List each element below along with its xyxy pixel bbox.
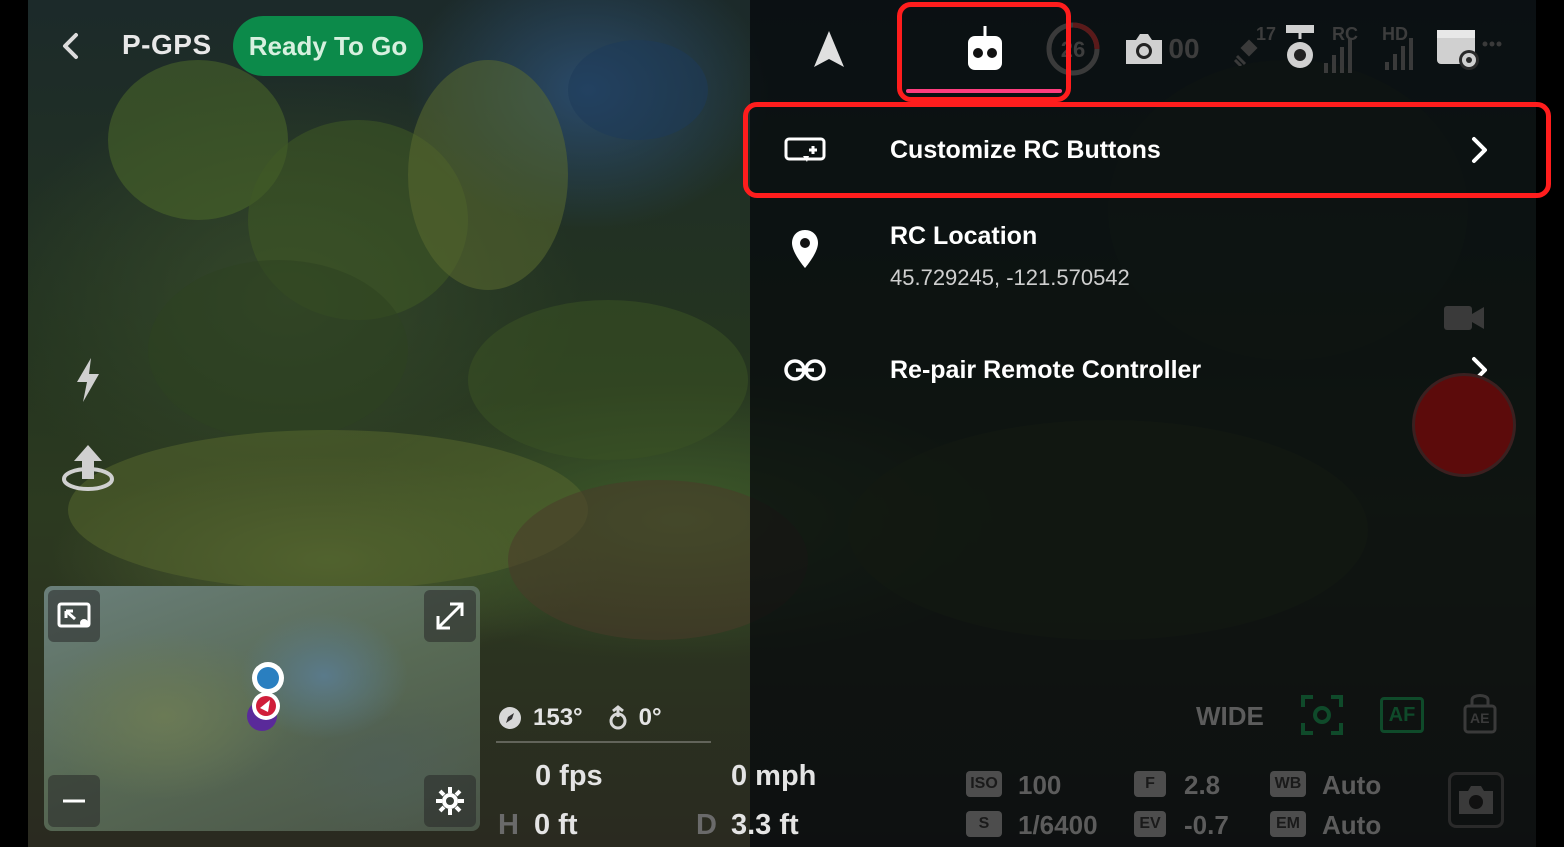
tab-hd-signal[interactable]: HD — [1378, 12, 1434, 86]
status-badge[interactable]: Ready To Go — [233, 16, 423, 76]
picture-in-picture-icon — [57, 602, 91, 628]
distance-value: 3.3 ft — [731, 809, 799, 841]
chevron-left-icon — [63, 33, 78, 59]
takeoff-icon[interactable] — [58, 440, 118, 494]
status-text: Ready To Go — [248, 30, 408, 61]
ev-value[interactable]: -0.7 — [1184, 810, 1229, 841]
storage-count: 00 — [1168, 33, 1200, 64]
link-icon — [784, 359, 826, 381]
iso-value[interactable]: 100 — [1018, 770, 1061, 801]
tab-navigation[interactable] — [800, 12, 858, 86]
map-settings-button[interactable] — [424, 775, 476, 827]
af-button[interactable]: AF — [1380, 697, 1424, 733]
ev-label: EV — [1134, 811, 1166, 837]
lens-mode[interactable]: WIDE — [1196, 701, 1264, 732]
mini-map[interactable] — [44, 586, 480, 831]
rc-location-row: RC Location 45.729245, -121.570542 — [752, 222, 1540, 302]
height-value: 0 ft — [534, 809, 578, 841]
map-expand-button[interactable] — [424, 590, 476, 642]
highlight-customize-rc-buttons — [743, 102, 1551, 198]
satellite-count: 17 — [1256, 24, 1277, 44]
height-label: H — [498, 809, 519, 841]
tab-camera[interactable]: 00 — [1118, 12, 1204, 86]
highlight-tab-remote-controller — [897, 2, 1071, 102]
heading-readout: 153° 0° — [497, 704, 662, 732]
screen-bezel-left — [0, 0, 28, 847]
heading-value: 153° — [533, 704, 583, 731]
camera-icon — [1459, 786, 1493, 814]
telemetry-divider — [496, 741, 711, 743]
tab-rc-signal[interactable]: RC — [1280, 12, 1364, 86]
fps-value: 0 fps — [535, 760, 603, 792]
flight-mode-label: P-GPS — [122, 29, 212, 60]
iso-label: ISO — [966, 771, 1002, 797]
compass-icon — [499, 707, 521, 729]
location-pin-icon — [792, 230, 818, 268]
camera-icon — [1126, 34, 1163, 64]
rc-location-label: RC Location — [890, 222, 1038, 250]
distance-label: D — [696, 809, 717, 841]
expand-icon — [436, 602, 464, 630]
navigation-arrow-icon — [814, 31, 844, 67]
hd-label: HD — [1382, 24, 1408, 44]
aperture-label: F — [1134, 771, 1166, 797]
ae-label: AE — [1470, 710, 1490, 726]
shutter-value[interactable]: 1/6400 — [1018, 810, 1098, 841]
repair-remote-controller-label: Re-pair Remote Controller — [890, 355, 1202, 384]
minus-icon — [63, 799, 85, 803]
map-toggle-button[interactable] — [48, 590, 100, 642]
aperture-value[interactable]: 2.8 — [1184, 770, 1220, 801]
rc-location-coordinates: 45.729245, -121.570542 — [890, 265, 1130, 290]
wb-value[interactable]: Auto — [1322, 770, 1381, 801]
record-button[interactable] — [1412, 373, 1516, 477]
shutter-label: S — [966, 811, 1002, 837]
wb-label: WB — [1270, 771, 1306, 797]
gimbal-value: 0° — [638, 704, 662, 731]
aircraft-location-marker — [247, 662, 284, 731]
lightning-icon[interactable] — [66, 354, 110, 406]
gimbal-angle-icon — [609, 705, 627, 730]
back-button[interactable] — [56, 30, 84, 62]
video-mode-icon[interactable] — [1440, 300, 1488, 336]
em-label: EM — [1270, 811, 1306, 837]
gear-icon — [436, 787, 464, 815]
photo-capture-button[interactable] — [1448, 772, 1504, 828]
tab-general-settings[interactable] — [1430, 12, 1506, 86]
tab-satellite[interactable]: 17 — [1218, 12, 1282, 86]
ae-lock-button[interactable]: AE — [1462, 690, 1498, 734]
map-zoom-out-button[interactable] — [48, 775, 100, 827]
focus-mode-icon[interactable] — [1298, 692, 1346, 738]
em-value[interactable]: Auto — [1322, 810, 1381, 841]
settings-card-icon — [1437, 30, 1502, 70]
rc-signal-label: RC — [1332, 24, 1358, 44]
speed-value: 0 mph — [731, 760, 817, 792]
